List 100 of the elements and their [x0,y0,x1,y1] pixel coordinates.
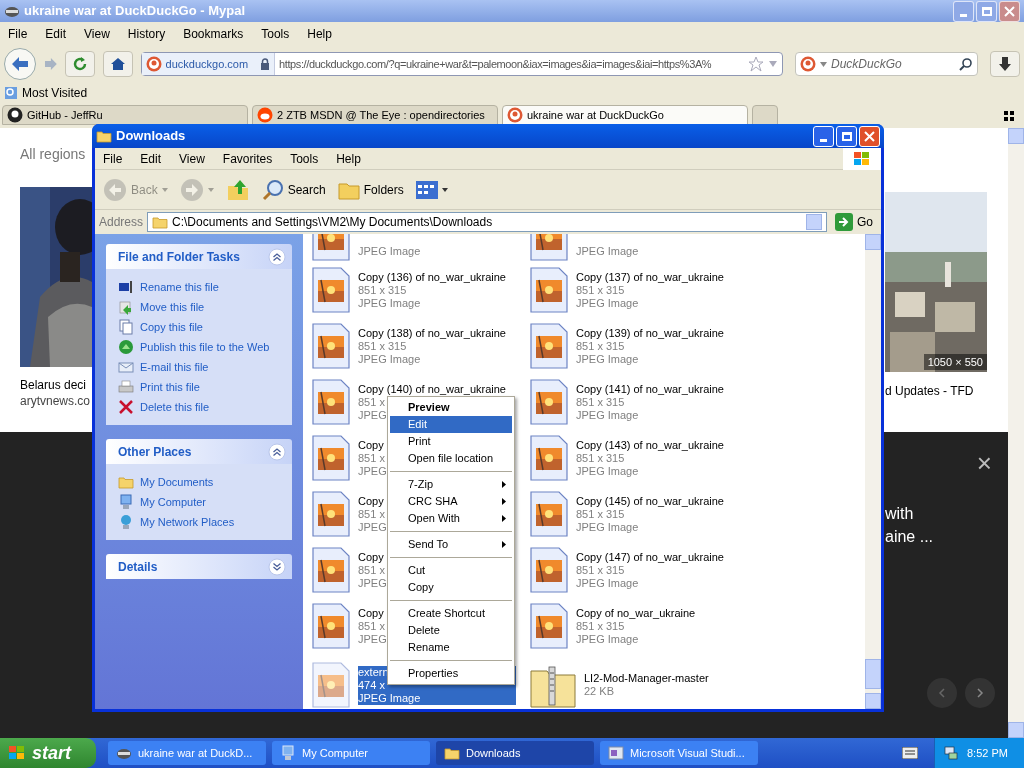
menu-item[interactable]: View [84,25,110,43]
menu-item[interactable]: Open With [390,510,512,527]
star-icon[interactable] [748,56,764,72]
file-name[interactable]: Copy (137) of no_war_ukraine [576,270,724,284]
menu-item[interactable]: Rename [390,639,512,656]
menu-item[interactable]: Edit [140,149,162,168]
menu-item[interactable]: Help [307,25,332,43]
tab-list-icon[interactable] [1004,111,1014,121]
file-name[interactable]: Copy [358,494,384,508]
menu-item[interactable]: CRC SHA [390,493,512,510]
task-link[interactable]: My Computer [140,493,207,511]
taskbar-button[interactable]: Downloads [436,741,594,765]
file-name[interactable]: Copy (140) of no_war_ukraine [358,382,506,396]
result-caption[interactable]: d Updates - TFD [885,382,1008,400]
network-icon[interactable] [943,746,959,760]
file-name[interactable]: Copy [358,550,384,564]
menu-item[interactable]: Cut [390,562,512,579]
search-icon[interactable] [959,57,974,71]
menu-item[interactable]: History [127,25,166,43]
menu-item[interactable]: 7-Zip [390,476,512,493]
file-name[interactable]: Copy (138) of no_war_ukraine [358,326,506,340]
file-name[interactable]: Copy [358,438,384,452]
go-button[interactable]: Go [831,213,877,231]
menu-item[interactable]: Delete [390,622,512,639]
menu-item[interactable]: Bookmarks [183,25,244,43]
menu-item[interactable]: File [8,25,28,43]
menu-item[interactable]: Edit [390,416,512,433]
task-link[interactable]: Move this file [140,298,205,316]
next-button[interactable] [965,678,995,708]
collapse-icon[interactable] [268,442,286,461]
minimize-button[interactable] [953,0,974,22]
close-button[interactable] [999,0,1020,22]
task-link[interactable]: Print this file [140,378,200,396]
menu-item[interactable]: Print [390,433,512,450]
menu-item[interactable]: File [103,149,123,168]
keyboard-icon[interactable] [902,747,918,759]
folders-button[interactable]: Folders [333,172,408,207]
browser-tab[interactable]: ukraine war at DuckDuckGo [502,105,748,125]
file-name[interactable]: Copy (147) of no_war_ukraine [576,550,724,564]
menu-item[interactable]: Tools [290,149,319,168]
scrollbar[interactable] [865,234,881,709]
taskbar-button[interactable]: My Computer [272,741,430,765]
reload-button[interactable] [65,51,95,77]
menu-item[interactable]: Send To [390,536,512,553]
expand-icon[interactable] [268,557,286,576]
menu-item[interactable]: Create Shortcut [390,605,512,622]
browser-tab[interactable]: 2 ZTB MSDN @ The Eye : opendirectories [252,105,498,125]
taskbar-button[interactable]: Microsoft Visual Studi... [600,741,758,765]
result-source[interactable]: arytvnews.co [20,393,92,409]
viewer-close-button[interactable]: × [976,450,992,476]
menu-item[interactable]: Open file location [390,450,512,467]
region-filter[interactable]: All regions [20,144,92,165]
file-name[interactable]: Copy (143) of no_war_ukraine [576,438,724,452]
collapse-icon[interactable] [268,247,286,266]
file-name[interactable]: LI2-Mod-Manager-master [584,672,709,685]
url-field[interactable]: duckduckgo.com https://duckduckgo.com/?q=ukraine+war&t=palemoon&iax=images&ia=images&iai=https%3A% [140,52,783,76]
home-button[interactable] [102,51,133,77]
dropdown-icon[interactable] [820,61,827,67]
maximize-button[interactable] [836,125,857,147]
file-name[interactable]: Copy of no_war_ukraine [576,606,696,620]
previous-button[interactable] [927,678,957,708]
menu-item[interactable]: Favorites [222,149,273,168]
menu-item[interactable]: Tools [261,25,290,43]
scrollbar[interactable] [1008,128,1024,738]
panel-title[interactable]: Details [118,557,158,576]
result-caption[interactable]: Belarus deci [20,377,92,393]
file-name[interactable]: Copy (136) of no_war_ukraine [358,270,506,284]
task-link[interactable]: Delete this file [140,398,210,416]
file-name[interactable]: Copy [358,606,384,620]
new-tab-button[interactable] [752,105,778,125]
taskbar-button[interactable]: ukraine war at DuckD... [108,741,266,765]
task-link[interactable]: My Network Places [140,513,235,531]
maximize-button[interactable] [976,0,997,22]
panel-title[interactable]: File and Folder Tasks [118,247,240,266]
search-field[interactable]: DuckDuckGo [795,52,979,76]
bookmark-item[interactable]: Most Visited [22,84,88,102]
menu-item[interactable]: Properties [390,665,512,682]
address-field[interactable]: C:\Documents and Settings\VM2\My Documents\Downloads [147,212,827,232]
search-button[interactable]: Search [257,172,330,207]
task-link[interactable]: Publish this file to the Web [140,338,270,356]
file-name[interactable]: Copy (139) of no_war_ukraine [576,326,724,340]
file-name[interactable]: Copy (141) of no_war_ukraine [576,382,724,396]
menu-item[interactable]: Copy [390,579,512,596]
task-link[interactable]: My Documents [140,473,214,491]
menu-item[interactable]: View [179,149,205,168]
dropdown-icon[interactable] [768,60,778,68]
file-name[interactable]: Copy (145) of no_war_ukraine [576,494,724,508]
minimize-button[interactable] [813,125,834,147]
panel-title[interactable]: Other Places [118,442,192,461]
downloads-button[interactable] [990,51,1021,77]
close-button[interactable] [859,125,880,147]
task-link[interactable]: Copy this file [140,318,203,336]
back-button[interactable] [4,48,36,80]
task-link[interactable]: E-mail this file [140,358,209,376]
start-button[interactable]: start [0,738,96,768]
menu-item[interactable]: Preview [390,399,512,416]
menu-item[interactable]: Help [336,149,361,168]
menu-item[interactable]: Edit [45,25,67,43]
browser-tab[interactable]: GitHub - JeffRu [2,105,248,125]
task-link[interactable]: Rename this file [140,278,219,296]
